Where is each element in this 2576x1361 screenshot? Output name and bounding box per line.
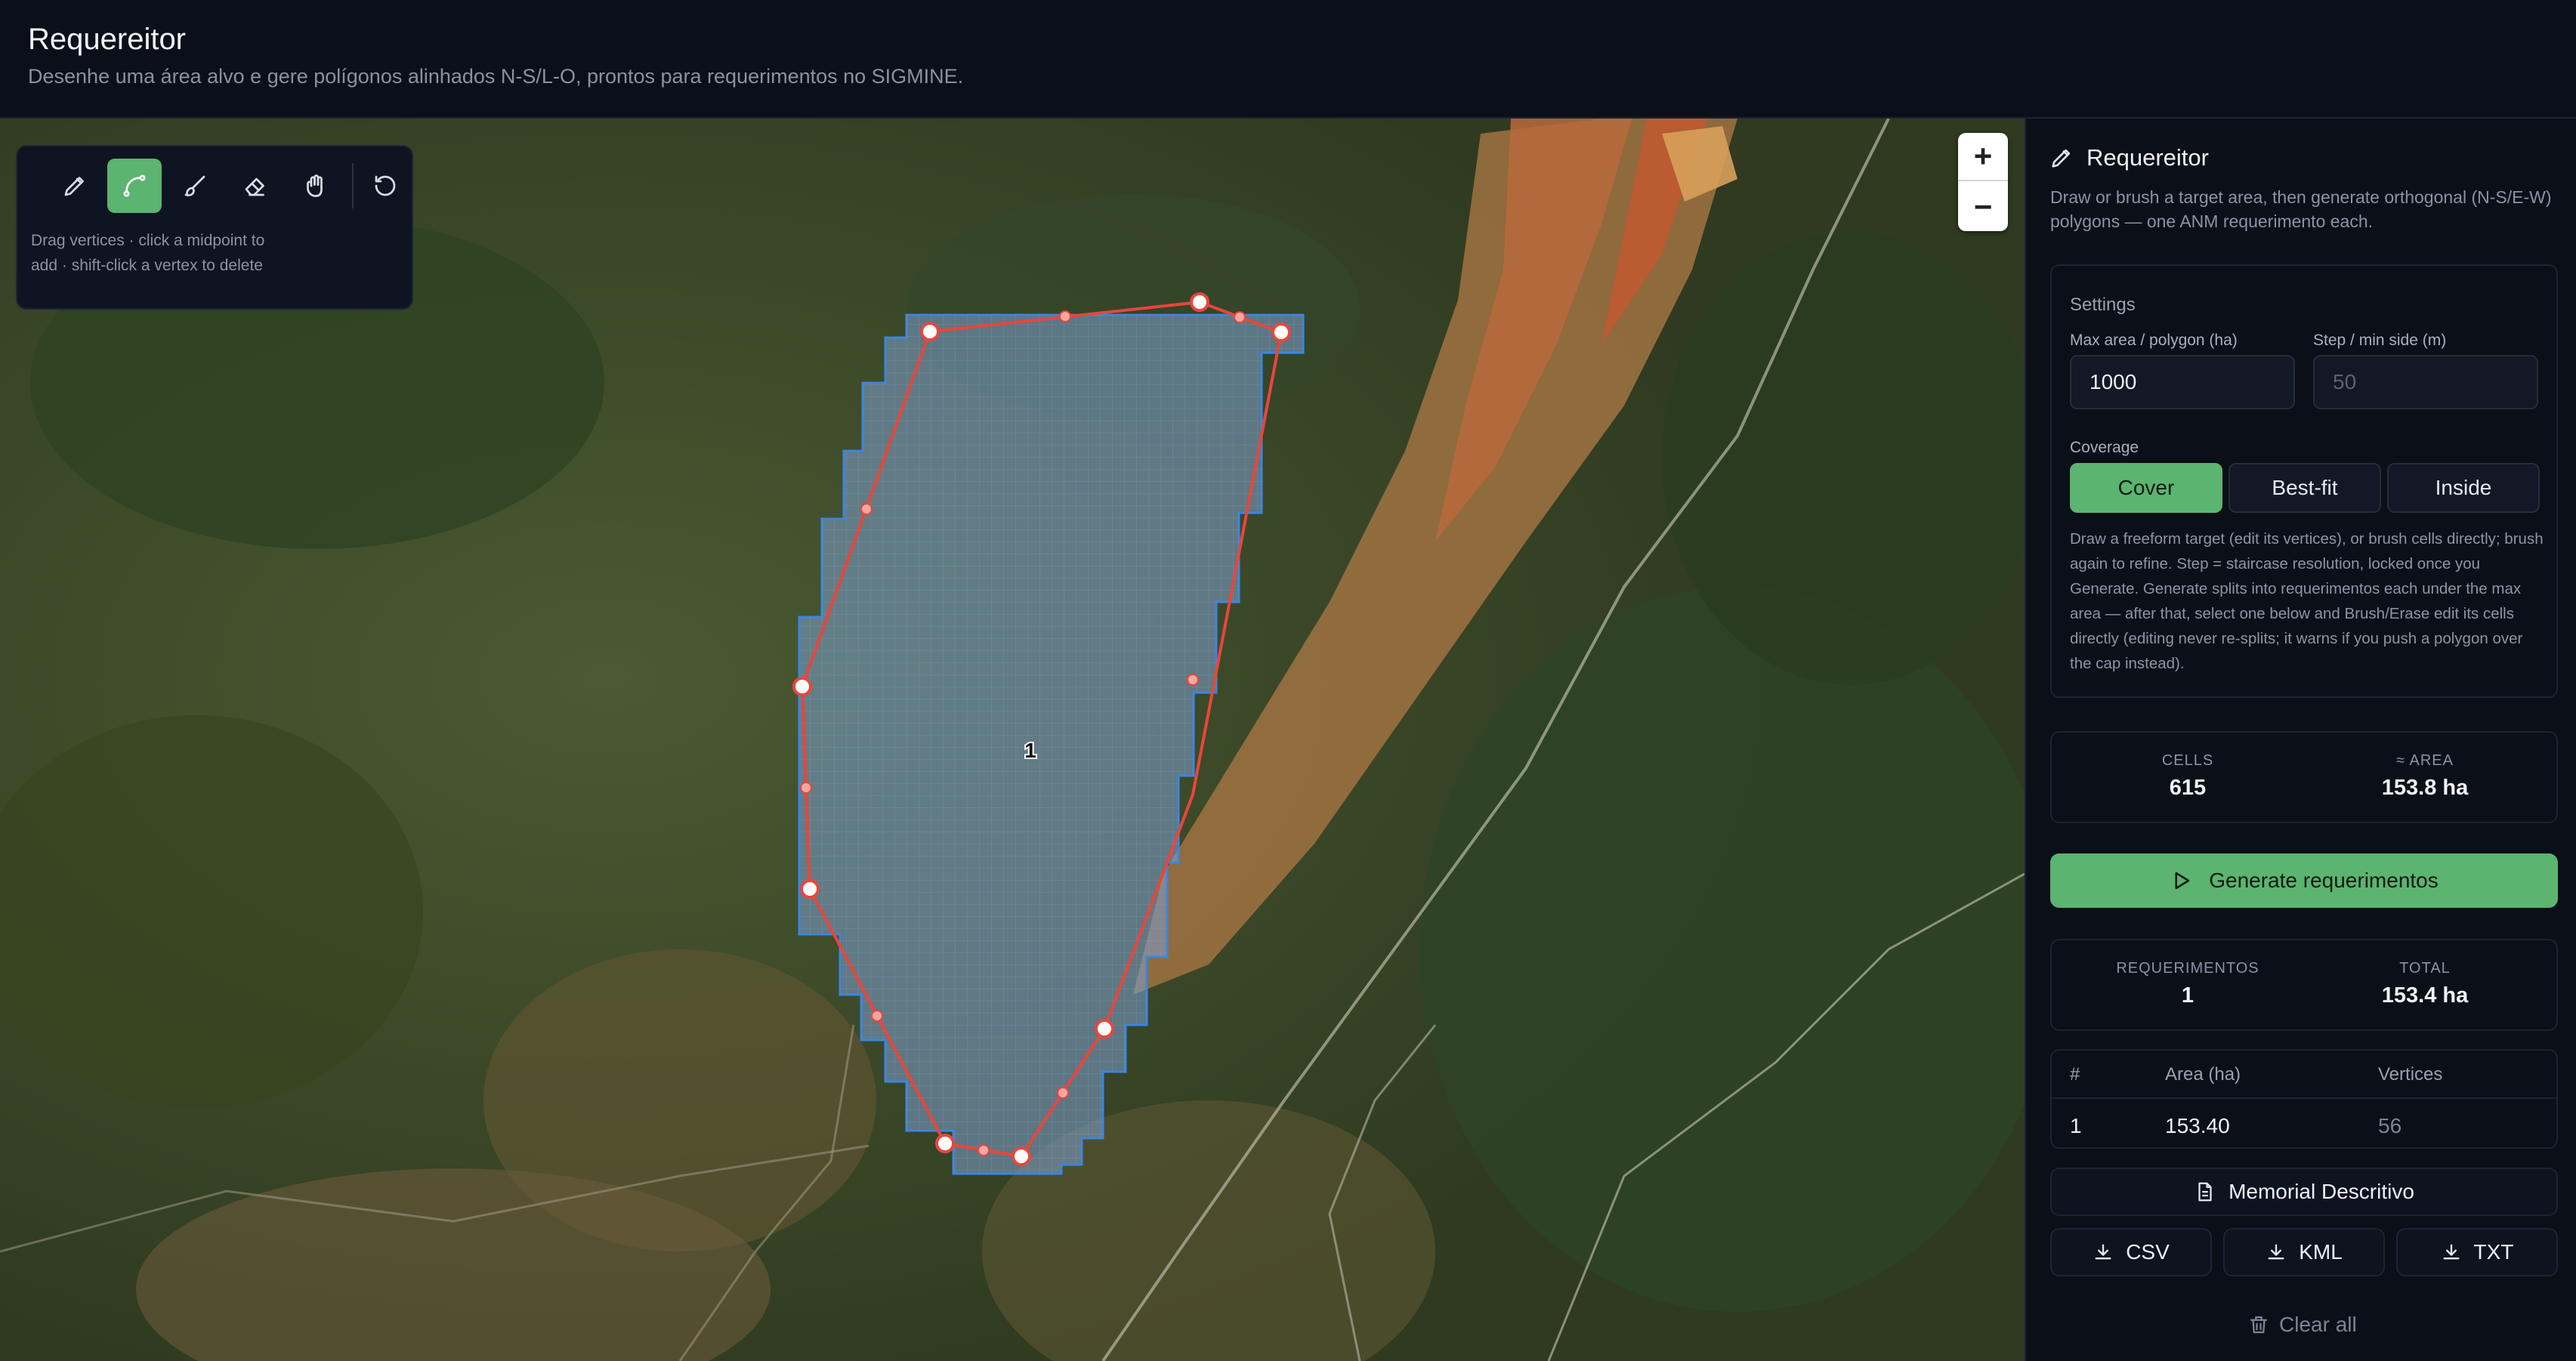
table-divider (2052, 1097, 2556, 1099)
app-title: Requereitor (28, 23, 187, 56)
polygon-midpoint (1234, 311, 1246, 323)
eraser-icon (245, 177, 264, 196)
polygon-midpoint (1057, 1087, 1069, 1099)
area-stat: ≈ AREA 153.8 ha (2319, 752, 2531, 801)
cells-value: 615 (2169, 776, 2207, 800)
panel-title-row: Requereitor (2049, 144, 2209, 171)
cells-label: CELLS (2161, 752, 2214, 769)
pencil-icon (2052, 149, 2071, 168)
download-icon (2095, 1244, 2111, 1260)
total-stat: TOTAL 153.4 ha (2319, 960, 2531, 1008)
area-label: ≈ AREA (2396, 752, 2454, 769)
document-icon (2198, 1182, 2212, 1202)
app-header: Requereitor Desenhe uma área alvo e gere… (0, 0, 2576, 119)
pan-tool-button[interactable] (289, 159, 343, 213)
polygon-vertex (792, 677, 812, 696)
settings-label: Settings (2070, 295, 2136, 315)
download-icon (2443, 1244, 2460, 1260)
polygon-midpoint (871, 1010, 883, 1022)
step-label: Step / min side (m) (2313, 332, 2447, 349)
polygon-midpoint (1187, 674, 1199, 686)
polygon-label: 1 (1024, 739, 1036, 762)
side-panel: Requereitor Draw or brush a target area,… (2025, 119, 2576, 1361)
requerimentos-value: 1 (2181, 983, 2195, 1008)
polygon-midpoint (978, 1144, 990, 1156)
table-header-index: # (2070, 1064, 2080, 1085)
brush-tool-button[interactable] (168, 159, 222, 213)
app-subtitle: Desenhe uma área alvo e gere polígonos a… (28, 65, 964, 88)
pencil-icon (64, 177, 84, 196)
zoom-in-button[interactable]: + (1958, 133, 2008, 181)
hand-icon (307, 174, 323, 197)
export-csv-button[interactable]: CSV (2050, 1228, 2212, 1276)
settings-help-text: Draw a freeform target (edit its vertice… (2070, 530, 2544, 672)
coverage-cover-button[interactable]: Cover (2070, 463, 2222, 513)
eraser-tool-button[interactable] (228, 159, 283, 213)
table-header-vertices: Vertices (2378, 1064, 2443, 1085)
panel-title: Requereitor (2086, 144, 2209, 171)
requerimentos-stat: REQUERIMENTOS 1 (2082, 960, 2293, 1008)
memorial-label: Memorial Descritivo (2229, 1180, 2414, 1203)
max-area-input[interactable]: 1000 (2070, 355, 2295, 409)
polygon-midpoint (860, 503, 873, 515)
generate-label: Generate requerimentos (2209, 869, 2439, 892)
curve-tool-button[interactable] (107, 159, 162, 213)
coverage-label: Coverage (2070, 439, 2139, 456)
step-input[interactable]: 50 (2313, 355, 2538, 409)
play-icon (2175, 872, 2190, 890)
brush-icon (184, 175, 205, 196)
zoom-controls: + − (1958, 133, 2008, 231)
drawing-toolbar: Drag vertices · click a midpoint to add … (16, 145, 413, 310)
export-csv-label: CSV (2126, 1240, 2170, 1264)
polygon-vertex (800, 879, 820, 899)
clear-all-button[interactable]: Clear all (2247, 1313, 2357, 1337)
polygon-vertex (935, 1134, 955, 1153)
curve-path-icon (123, 174, 146, 197)
coverage-bestfit-button[interactable]: Best-fit (2229, 463, 2381, 513)
requerimentos-table: # Area (ha) Vertices 1 153.40 56 (2050, 1049, 2558, 1149)
polygon-vertex (1190, 292, 1209, 312)
pencil-tool-button[interactable] (48, 159, 102, 213)
settings-card: Settings Max area / polygon (ha) Step / … (2050, 264, 2558, 698)
coverage-inside-button[interactable]: Inside (2387, 463, 2540, 513)
memorial-descritivo-button[interactable]: Memorial Descritivo (2050, 1168, 2558, 1216)
total-label: TOTAL (2399, 960, 2451, 977)
results-card: REQUERIMENTOS 1 TOTAL 153.4 ha (2050, 939, 2558, 1031)
stats-card: CELLS 615 ≈ AREA 153.8 ha (2050, 731, 2558, 823)
table-cell-index[interactable]: 1 (2070, 1114, 2082, 1138)
cells-stat: CELLS 615 (2082, 752, 2293, 801)
table-cell-vertices[interactable]: 56 (2378, 1114, 2401, 1138)
undo-button[interactable] (363, 159, 408, 213)
panel-description: Draw or brush a target area, then genera… (2050, 187, 2552, 231)
toolbar-hint: Drag vertices · click a midpoint to add … (31, 232, 265, 274)
export-kml-button[interactable]: KML (2223, 1228, 2385, 1276)
export-kml-label: KML (2299, 1240, 2343, 1264)
polygon-vertex (1271, 323, 1291, 342)
polygon-vertex (1095, 1019, 1114, 1038)
undo-icon (375, 175, 396, 196)
zoom-out-button[interactable]: − (1958, 183, 2008, 231)
table-header-area: Area (ha) (2165, 1064, 2241, 1085)
export-txt-label: TXT (2473, 1240, 2514, 1264)
area-value: 153.8 ha (2381, 776, 2469, 800)
polygon-midpoint (800, 782, 812, 794)
table-cell-area[interactable]: 153.40 (2165, 1114, 2230, 1138)
max-area-label: Max area / polygon (ha) (2070, 332, 2238, 349)
download-icon (2268, 1244, 2284, 1260)
export-txt-button[interactable]: TXT (2396, 1228, 2558, 1276)
polygon-vertex (1012, 1147, 1031, 1166)
total-value: 153.4 ha (2381, 983, 2469, 1008)
polygon-midpoint (1059, 310, 1071, 323)
polygon-vertex (920, 322, 940, 341)
trash-icon (2250, 1316, 2268, 1334)
generate-button[interactable]: Generate requerimentos (2050, 853, 2558, 908)
toolbar-divider (352, 163, 354, 208)
requerimentos-label: REQUERIMENTOS (2116, 960, 2259, 977)
clear-all-label: Clear all (2279, 1313, 2357, 1336)
